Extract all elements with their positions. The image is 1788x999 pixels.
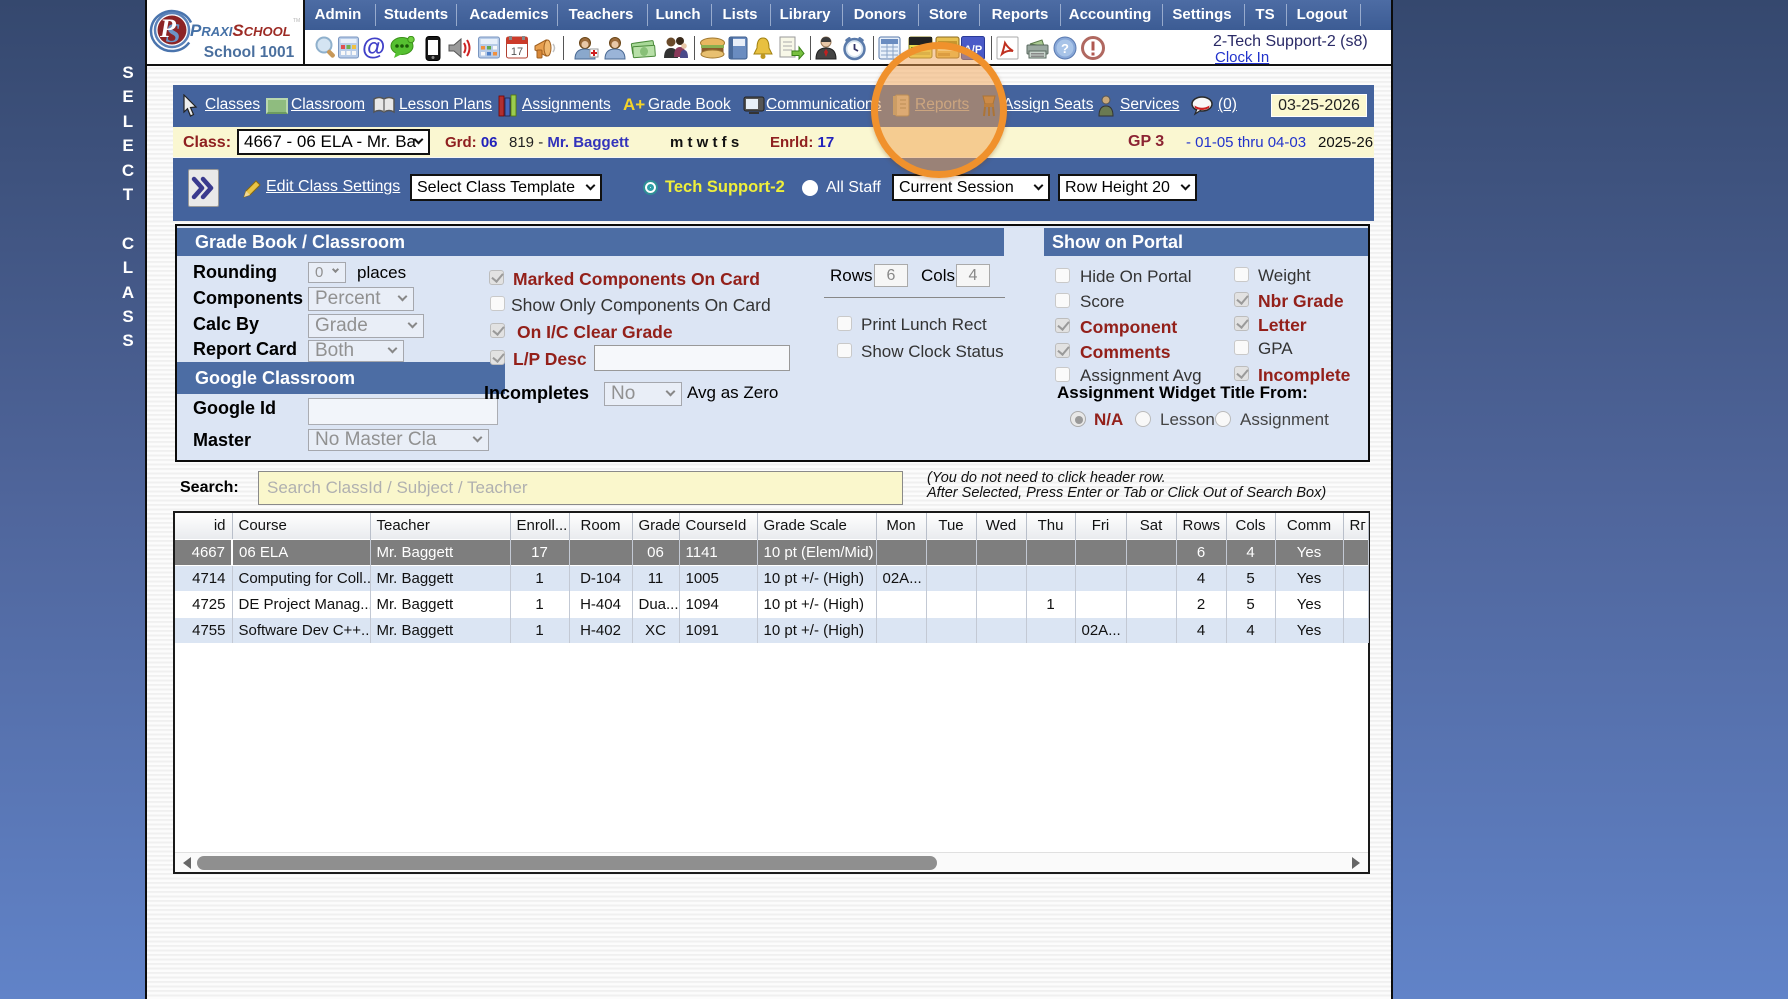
svg-text:PRAXISCHOOL: PRAXISCHOOL — [190, 21, 291, 40]
svg-text:?: ? — [1061, 41, 1069, 56]
svg-text:School 1001: School 1001 — [204, 44, 295, 61]
svg-text:TM: TM — [293, 18, 300, 24]
svg-text:17: 17 — [511, 46, 523, 58]
svg-text:P: P — [159, 14, 177, 43]
